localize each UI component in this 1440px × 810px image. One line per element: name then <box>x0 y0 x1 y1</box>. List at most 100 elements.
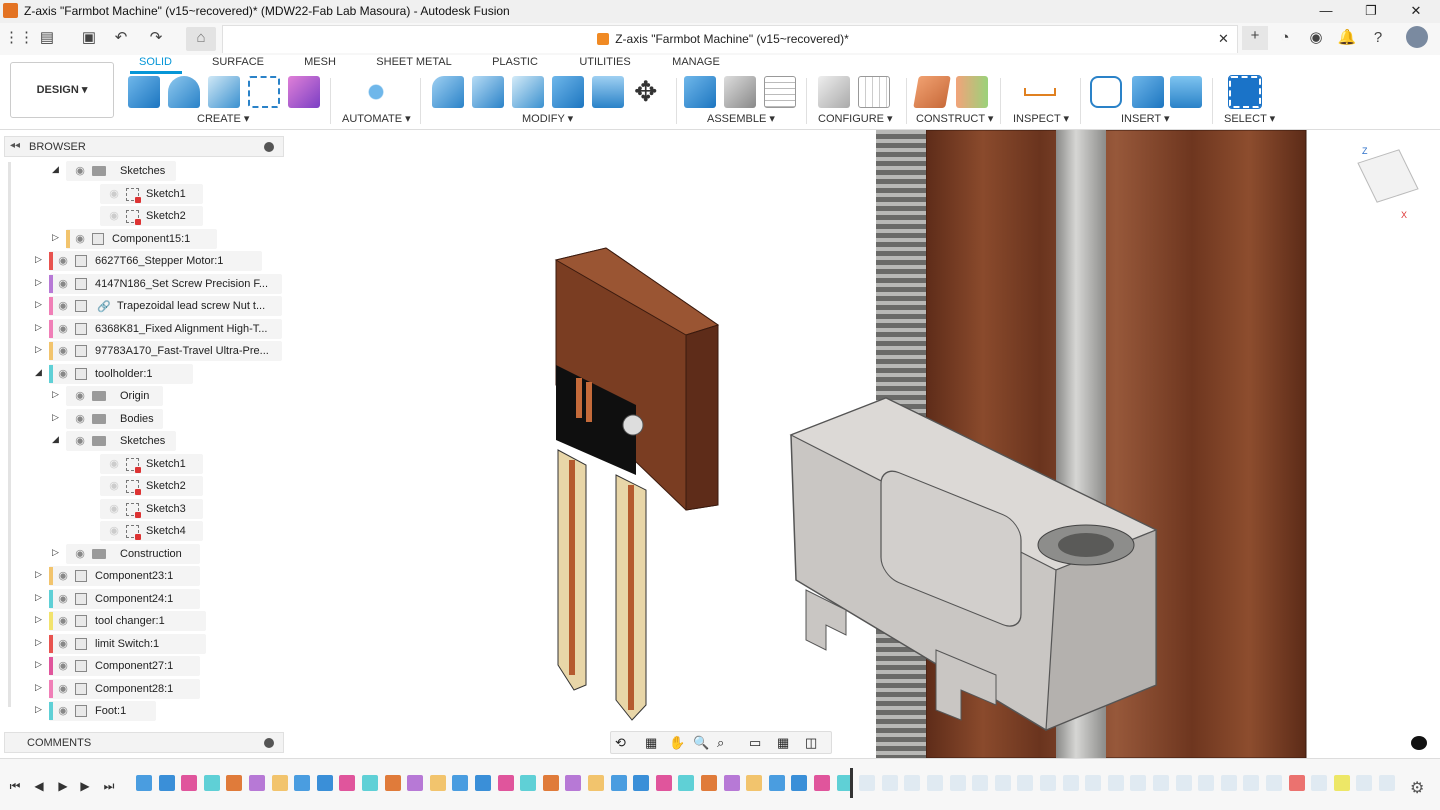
timeline-feature-icon[interactable] <box>316 775 333 791</box>
browser-row[interactable]: ▷ ◉ 4147N186_Set Screw Precision F... <box>0 273 286 296</box>
configuration-table-icon[interactable] <box>858 76 890 108</box>
browser-row[interactable]: ▷ ◉ 6627T66_Stepper Motor:1 <box>0 251 286 273</box>
pan-icon[interactable]: ✋ <box>669 735 685 751</box>
visibility-eye-icon[interactable]: ◉ <box>72 435 88 447</box>
redo-icon[interactable]: ↷ <box>145 28 167 48</box>
timeline-feature-icon[interactable] <box>1243 775 1260 791</box>
timeline-feature-icon[interactable] <box>565 775 582 791</box>
expand-icon[interactable]: ▷ <box>52 232 62 243</box>
expand-icon[interactable]: ▷ <box>52 412 62 423</box>
timeline-feature-icon[interactable] <box>158 775 175 791</box>
timeline-feature-icon[interactable] <box>520 775 537 791</box>
expand-icon[interactable]: ▷ <box>35 682 45 693</box>
automated-modeling-icon[interactable] <box>360 76 392 108</box>
ribbon-group-assemble[interactable]: ASSEMBLE ▾ <box>707 112 775 125</box>
timeline-feature-icon[interactable] <box>1198 775 1215 791</box>
browser-row[interactable]: ◉ Sketch2 <box>0 476 286 498</box>
measure-icon[interactable] <box>1024 88 1056 96</box>
browser-row[interactable]: ▷ ◉ tool changer:1 <box>0 611 286 633</box>
timeline-feature-icon[interactable] <box>746 775 763 791</box>
save-icon[interactable]: ▣ <box>78 28 100 48</box>
form-icon[interactable] <box>288 76 320 108</box>
tab-mesh[interactable]: MESH <box>288 56 352 72</box>
expand-icon[interactable]: ▷ <box>35 569 45 580</box>
ribbon-group-select[interactable]: SELECT ▾ <box>1224 112 1275 125</box>
close-tab-icon[interactable]: ✕ <box>1218 31 1229 47</box>
add-comment-icon[interactable] <box>264 738 274 748</box>
notifications-icon[interactable]: 🔔 <box>1336 28 1358 48</box>
browser-options-icon[interactable] <box>264 142 274 152</box>
timeline-settings-icon[interactable]: ⚙ <box>1410 778 1424 798</box>
expand-icon[interactable]: ▷ <box>35 254 45 265</box>
visibility-eye-icon[interactable]: ◉ <box>55 683 71 695</box>
joint-icon[interactable] <box>724 76 756 108</box>
expand-icon[interactable]: ▷ <box>35 704 45 715</box>
timeline-feature-icon[interactable] <box>1040 775 1056 791</box>
browser-row[interactable]: ◢ ◉ toolholder:1 <box>0 363 286 386</box>
timeline-feature-icon[interactable] <box>497 775 514 791</box>
browser-row[interactable]: ▷ ◉ Origin <box>0 386 286 408</box>
timeline-feature-icon[interactable] <box>633 775 650 791</box>
undo-icon[interactable]: ↶ <box>110 28 132 48</box>
avatar[interactable] <box>1406 26 1428 48</box>
fit-icon[interactable]: ⌕ <box>717 735 724 751</box>
visibility-eye-icon[interactable]: ◉ <box>106 503 122 515</box>
press-pull-icon[interactable] <box>472 76 504 108</box>
canvas-viewport[interactable]: Z X <box>286 130 1440 758</box>
visibility-eye-icon[interactable]: ◉ <box>106 188 122 200</box>
browser-row[interactable]: ▷ ◉ Component23:1 <box>0 566 286 588</box>
timeline-feature-icon[interactable] <box>1379 775 1395 791</box>
browser-row[interactable]: ▷ ◉ 6368K81_Fixed Alignment High-T... <box>0 318 286 341</box>
timeline-feature-icon[interactable] <box>768 775 785 791</box>
expand-icon[interactable]: ▷ <box>35 277 45 288</box>
insert-canvas-icon[interactable] <box>1170 76 1202 108</box>
timeline-feature-icon[interactable] <box>542 775 559 791</box>
timeline-feature-icon[interactable] <box>203 775 220 791</box>
timeline-feature-icon[interactable] <box>904 775 921 791</box>
minimize-button[interactable]: — <box>1304 0 1348 23</box>
ribbon-group-create[interactable]: CREATE ▾ <box>197 112 249 125</box>
timeline-feature-icon[interactable] <box>859 775 876 791</box>
tab-solid[interactable]: SOLID <box>128 56 183 72</box>
insert-mesh-icon[interactable] <box>1132 76 1164 108</box>
tab-surface[interactable]: SURFACE <box>196 56 280 72</box>
expand-icon[interactable]: ▷ <box>35 637 45 648</box>
visibility-eye-icon[interactable]: ◉ <box>55 345 71 357</box>
timeline-feature-icon[interactable] <box>362 775 378 791</box>
timeline-feature-icon[interactable] <box>1085 775 1102 791</box>
move-copy-icon[interactable]: ✥ <box>634 76 657 108</box>
collapse-browser-icon[interactable]: ◂◂ <box>10 140 20 151</box>
browser-row[interactable]: ▷ ◉ Component28:1 <box>0 678 286 701</box>
visibility-eye-icon[interactable]: ◉ <box>55 660 71 672</box>
expand-icon[interactable]: ▷ <box>35 592 45 603</box>
visibility-eye-icon[interactable]: ◉ <box>55 300 71 312</box>
insert-derive-icon[interactable] <box>1090 76 1122 108</box>
visibility-eye-icon[interactable]: ◉ <box>55 323 71 335</box>
timeline-feature-icon[interactable] <box>723 775 740 791</box>
timeline-feature-icon[interactable] <box>972 775 989 791</box>
ribbon-group-modify[interactable]: MODIFY ▾ <box>522 112 573 125</box>
ribbon-group-inspect[interactable]: INSPECT ▾ <box>1013 112 1069 125</box>
timeline-feature-icon[interactable] <box>678 775 695 791</box>
comments-panel[interactable]: COMMENTS <box>4 732 284 753</box>
visibility-eye-icon[interactable]: ◉ <box>72 413 88 425</box>
timeline-previous-icon[interactable]: ◀ <box>32 779 46 793</box>
visibility-eye-icon[interactable]: ◉ <box>106 525 122 537</box>
timeline-feature-icon[interactable] <box>452 775 469 791</box>
timeline-feature-icon[interactable] <box>1266 775 1282 791</box>
ribbon-group-insert[interactable]: INSERT ▾ <box>1121 112 1170 125</box>
revolve-icon[interactable] <box>168 76 200 108</box>
timeline-feature-icon[interactable] <box>271 775 288 791</box>
tab-utilities[interactable]: UTILITIES <box>568 56 642 72</box>
browser-row[interactable]: ▷ ◉ Bodies <box>0 408 286 431</box>
select-icon[interactable] <box>1228 75 1262 109</box>
tab-manage[interactable]: MANAGE <box>658 56 734 72</box>
timeline-feature-icon[interactable] <box>249 775 265 791</box>
timeline-feature-icon[interactable] <box>791 775 808 791</box>
timeline-feature-icon[interactable] <box>226 775 243 791</box>
display-mode-icon[interactable]: ▭ <box>749 735 761 751</box>
timeline-feature-icon[interactable] <box>588 775 604 791</box>
visibility-eye-icon[interactable]: ◉ <box>55 593 71 605</box>
visibility-eye-icon[interactable]: ◉ <box>106 458 122 470</box>
browser-row[interactable]: ◉ Sketch1 <box>0 183 286 206</box>
